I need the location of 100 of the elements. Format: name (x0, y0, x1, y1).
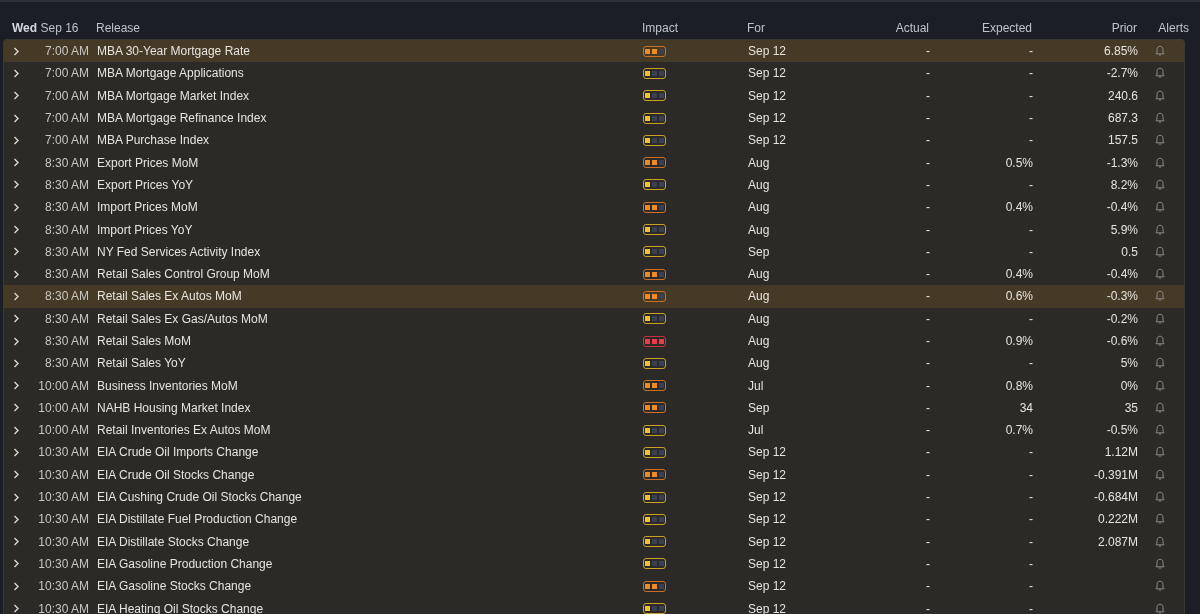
bell-icon[interactable] (1155, 446, 1165, 459)
chevron-icon[interactable] (13, 180, 20, 190)
table-row[interactable]: 7:00 AM MBA Purchase Index Sep 12 - - 157.5 (4, 129, 1184, 152)
chevron-icon[interactable] (13, 604, 20, 614)
table-row[interactable]: 10:30 AM EIA Distillate Fuel Production Change Sep 12 - - 0.222M (4, 508, 1184, 531)
bell-icon[interactable] (1155, 45, 1165, 58)
table-row[interactable]: 8:30 AM Import Prices YoY Aug - - 5.9% (4, 218, 1184, 241)
chevron-icon[interactable] (13, 91, 20, 101)
bell-icon[interactable] (1155, 580, 1165, 593)
release-cell-text: EIA Gasoline Stocks Change (97, 579, 253, 594)
bell-icon[interactable] (1155, 468, 1165, 481)
chevron-icon[interactable] (13, 336, 20, 346)
chevron-icon[interactable] (13, 358, 20, 368)
chevron-icon[interactable] (13, 425, 20, 435)
bell-icon[interactable] (1155, 335, 1165, 347)
table-row[interactable]: 10:30 AM EIA Crude Oil Imports Change Sep 12 - - 1.12M (4, 441, 1184, 464)
prior-cell-text: 6.85% (1102, 44, 1138, 59)
chevron-icon[interactable] (13, 381, 20, 391)
bell-icon[interactable] (1155, 401, 1165, 414)
time-cell-text: 10:30 AM (37, 556, 89, 571)
chevron-icon[interactable] (13, 269, 20, 279)
table-row[interactable]: 10:30 AM EIA Distillate Stocks Change Sep 12 - - 2.087M (4, 530, 1184, 553)
table-row[interactable]: 8:30 AM Retail Sales Ex Gas/Autos MoM Aug - - -0.2% (4, 307, 1184, 330)
table-row[interactable]: 10:00 AM Business Inventories MoM Jul - 0.8% 0% (4, 374, 1184, 397)
bell-icon[interactable] (1155, 557, 1165, 570)
bell-icon[interactable] (1155, 290, 1165, 303)
column-header: Release (96, 21, 142, 35)
bell-icon[interactable] (1155, 379, 1165, 392)
bell-icon[interactable] (1155, 201, 1165, 214)
bell-icon[interactable] (1155, 535, 1165, 548)
chevron-icon[interactable] (13, 68, 20, 78)
period-cell-text: Sep 12 (748, 88, 788, 103)
table-row[interactable]: 7:00 AM MBA Mortgage Refinance Index Sep 12 - - 687.3 (4, 106, 1184, 130)
table-row[interactable]: 7:00 AM MBA Mortgage Applications Sep 12 - - -2.7% (4, 62, 1184, 85)
bell-icon[interactable] (1155, 112, 1165, 125)
chevron-icon[interactable] (13, 559, 20, 569)
release-cell-text: Export Prices YoY (97, 177, 195, 192)
bell-icon[interactable] (1155, 602, 1165, 614)
chevron-icon[interactable] (13, 113, 20, 123)
chevron-icon[interactable] (13, 514, 20, 524)
impact-meter (643, 67, 666, 79)
table-row[interactable]: 8:30 AM Retail Sales YoY Aug - - 5% (4, 352, 1184, 375)
table-row[interactable]: 8:30 AM Retail Sales MoM Aug - 0.9% -0.6% (4, 329, 1184, 353)
expected-cell-text: 34 (1018, 400, 1033, 415)
time-cell-text: 10:30 AM (37, 490, 89, 505)
chevron-icon[interactable] (13, 470, 20, 480)
bell-icon[interactable] (1155, 491, 1165, 504)
prior-cell-text: 5% (1119, 356, 1138, 371)
release-cell-text: MBA Mortgage Applications (97, 66, 245, 81)
chevron-icon[interactable] (13, 225, 20, 234)
chevron-icon[interactable] (13, 537, 20, 547)
prior-cell-text: 687.3 (1106, 111, 1138, 126)
chevron-icon[interactable] (13, 135, 20, 145)
table-row[interactable]: 8:30 AM Retail Sales Control Group MoM Aug - 0.4% -0.4% (4, 262, 1184, 286)
prior-cell-text: -0.684M (1092, 490, 1138, 505)
bell-icon[interactable] (1155, 357, 1165, 370)
expected-cell-text: - (1028, 534, 1033, 549)
expected-cell-text: 0.9% (1004, 334, 1033, 348)
bell-icon[interactable] (1155, 134, 1165, 147)
bell-icon[interactable] (1155, 178, 1165, 191)
table-row[interactable]: 8:30 AM Import Prices MoM Aug - 0.4% -0.4% (4, 196, 1184, 219)
chevron-icon[interactable] (13, 46, 20, 56)
bell-icon[interactable] (1155, 312, 1165, 325)
bell-icon[interactable] (1155, 223, 1165, 236)
chevron-icon[interactable] (13, 581, 20, 591)
time-cell-text: 10:30 AM (37, 534, 89, 549)
bell-icon[interactable] (1155, 268, 1165, 281)
period-cell-text: Aug (748, 222, 771, 237)
table-row[interactable]: 10:00 AM NAHB Housing Market Index Sep - 34 35 (4, 396, 1184, 420)
impact-meter (643, 313, 666, 325)
chevron-icon[interactable] (13, 291, 20, 301)
bell-icon[interactable] (1155, 513, 1165, 526)
table-row[interactable]: 8:30 AM Export Prices MoM Aug - 0.5% -1.3% (4, 151, 1184, 174)
chevron-icon[interactable] (13, 492, 20, 502)
bell-icon[interactable] (1155, 89, 1165, 102)
table-row[interactable]: 7:00 AM MBA Mortgage Market Index Sep 12 - - 240.6 (4, 84, 1184, 107)
chevron-icon[interactable] (13, 314, 20, 324)
bell-icon[interactable] (1155, 67, 1165, 80)
bell-icon[interactable] (1155, 424, 1165, 437)
chevron-icon[interactable] (13, 403, 20, 413)
time-cell-text: 8:30 AM (43, 244, 89, 259)
chevron-icon[interactable] (13, 448, 20, 457)
bell-icon[interactable] (1155, 156, 1165, 169)
table-row[interactable]: 8:30 AM NY Fed Services Activity Index Sep - - 0.5 (4, 240, 1184, 263)
table-row[interactable]: 10:30 AM EIA Cushing Crude Oil Stocks Change Sep 12 - - -0.684M (4, 485, 1184, 509)
chevron-icon[interactable] (13, 202, 20, 212)
actual-cell-text: - (925, 289, 930, 304)
table-row[interactable]: 10:30 AM EIA Crude Oil Stocks Change Sep 12 - - -0.391M (4, 463, 1184, 486)
table-row[interactable]: 8:30 AM Export Prices YoY Aug - - 8.2% (4, 173, 1184, 197)
table-row[interactable]: 7:00 AM MBA 30-Year Mortgage Rate Sep 12 - - 6.85% (4, 40, 1184, 63)
chevron-icon[interactable] (13, 247, 20, 257)
table-row[interactable]: 10:30 AM EIA Gasoline Stocks Change Sep 12 - - (4, 575, 1184, 598)
table-row[interactable]: 10:30 AM EIA Gasoline Production Change Sep 12 - - (4, 552, 1184, 576)
chevron-icon[interactable] (13, 158, 20, 168)
bell-icon[interactable] (1155, 245, 1165, 258)
table-row[interactable]: 8:30 AM Retail Sales Ex Autos MoM Aug - 0.6% -0.3% (4, 285, 1184, 308)
table-row[interactable]: 10:00 AM Retail Inventories Ex Autos MoM Jul - 0.7% -0.5% (4, 419, 1184, 442)
actual-cell-text: - (925, 534, 930, 549)
impact-meter (643, 224, 666, 235)
prior-cell-text: 2.087M (1096, 534, 1138, 549)
